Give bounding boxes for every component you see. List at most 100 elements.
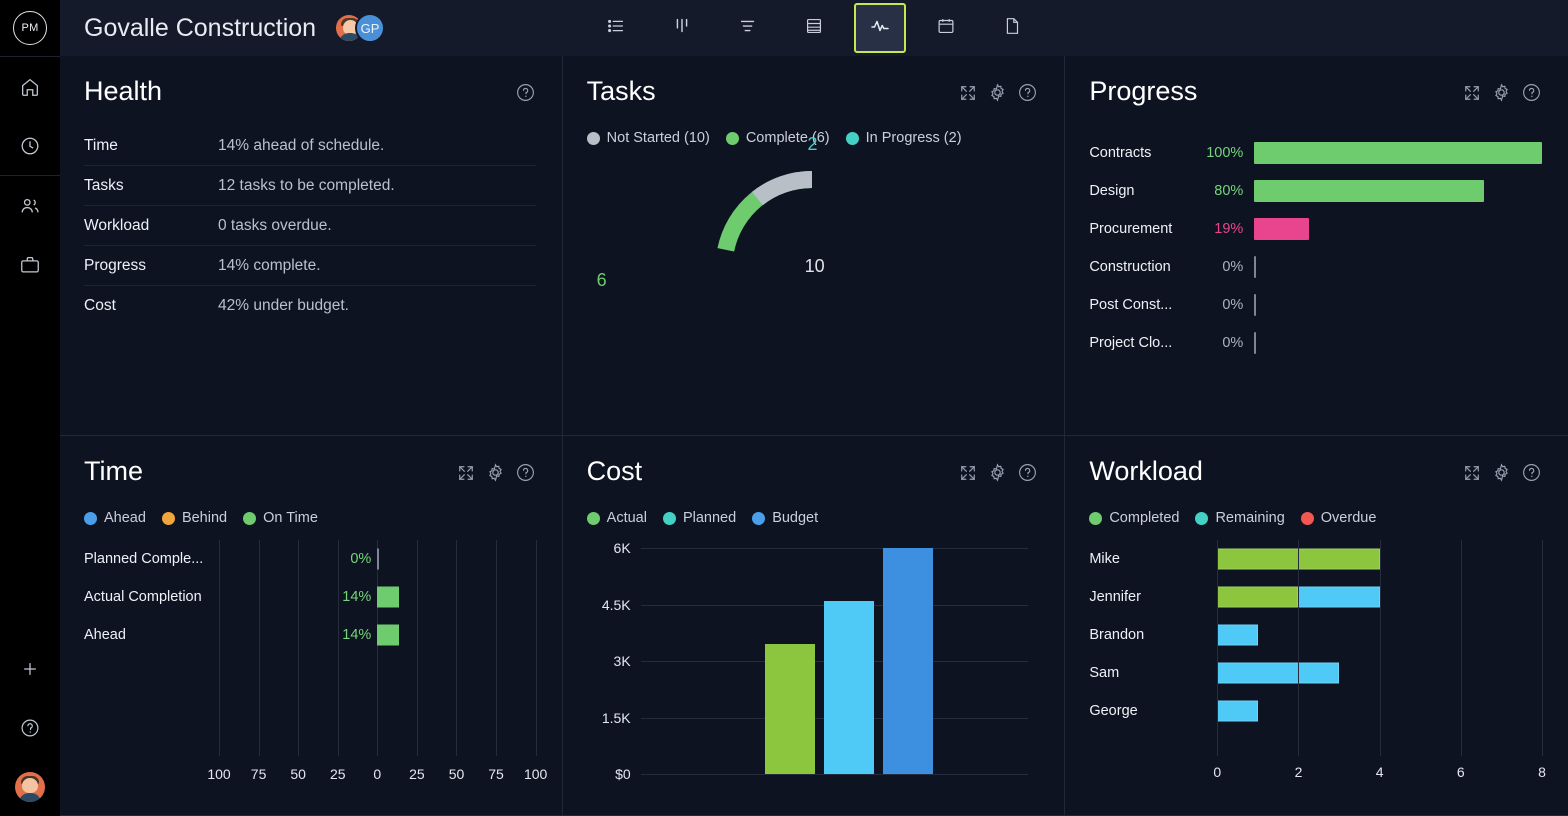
gear-icon[interactable] [1491,462,1512,488]
sidebar-item-people[interactable] [0,176,60,235]
x-tick-label: 50 [448,766,465,782]
progress-row-bar [1254,332,1257,354]
legend-item[interactable]: Not Started (10) [586,130,710,146]
health-row: Workload 0 tasks overdue. [84,206,536,246]
help-icon[interactable] [1521,462,1542,488]
progress-row: Design 80% [1089,172,1542,210]
gridline [1379,540,1381,756]
legend-item[interactable]: Actual [586,510,647,526]
progress-row-label: Project Clo... [1089,335,1173,351]
progress-row-bar [1254,142,1542,164]
legend-item[interactable]: Planned [662,510,736,526]
progress-row-percent: 80% [1214,183,1244,199]
clock-icon [19,135,41,157]
legend-item[interactable]: Overdue [1300,510,1376,526]
user-avatar-icon [15,771,45,802]
expand-icon[interactable] [958,463,978,488]
app-logo-label: PM [13,11,47,45]
help-icon[interactable] [1521,82,1542,108]
workload-x-axis: 0 2 4 6 8 [1213,762,1545,786]
widget-health-header: Health [84,78,536,108]
legend-color-dot [662,511,676,525]
time-row-bar [377,624,400,646]
expand-icon[interactable] [456,463,476,488]
x-tick-label: 25 [409,766,425,782]
gear-icon[interactable] [987,462,1008,488]
app-logo[interactable]: PM [0,0,60,56]
progress-row-percent: 0% [1222,297,1244,313]
x-tick-label: 0 [1213,764,1222,780]
gear-icon[interactable] [987,82,1008,108]
legend-item[interactable]: Budget [752,510,818,526]
health-row-list: Time 14% ahead of schedule. Tasks 12 tasks … [84,126,536,326]
cost-bar [764,644,816,774]
workload-legend: Completed Remaining Overdue [1089,510,1542,526]
x-tick-label: 50 [290,766,306,782]
gear-icon[interactable] [485,462,506,488]
widget-workload-header: Workload [1089,458,1542,488]
tab-files-view[interactable] [986,3,1038,53]
legend-item[interactable]: Completed [1089,510,1179,526]
sidebar-item-home[interactable] [0,57,60,116]
legend-color-dot [725,131,739,145]
legend-item[interactable]: Behind [161,510,228,526]
legend-color-dot [845,131,859,145]
cost-chart: $0 1.5K 3K 4.5K 6K [587,540,1039,804]
legend-label: Behind [181,510,228,526]
gridline [535,540,537,756]
user-initials-avatar[interactable]: GP [355,13,386,43]
expand-icon[interactable] [1462,83,1482,108]
expand-icon[interactable] [958,83,978,108]
question-circle-icon [19,717,41,739]
legend-item[interactable]: Ahead [84,510,146,526]
y-tick-label: 6K [613,540,631,556]
legend-item[interactable]: On Time [243,510,318,526]
legend-label: Ahead [104,510,146,526]
legend-label: On Time [263,510,318,526]
widget-workload-title: Workload [1089,456,1203,486]
expand-icon[interactable] [1462,463,1482,488]
top-header: Govalle Construction GP [60,0,1568,56]
workload-row: Sam [1089,654,1542,692]
help-icon[interactable] [1017,462,1038,488]
sidebar-help-button[interactable] [0,698,60,757]
gantt-chart-icon [737,15,759,42]
help-icon[interactable] [515,462,536,488]
gear-icon[interactable] [1491,82,1512,108]
health-row-value: 12 tasks to be completed. [218,176,395,194]
progress-bar-list: Contracts 100% Design 80% Procurement 19% Cons… [1089,134,1542,362]
workload-bar-segment [1298,586,1380,608]
sidebar-add-button[interactable] [0,639,60,698]
legend-item[interactable]: Remaining [1195,510,1285,526]
tasks-donut-chart: 2 6 10 [587,134,1039,402]
progress-row-track [1254,294,1542,316]
legend-item[interactable]: In Progress (2) [845,130,962,146]
tab-dashboard-view[interactable] [854,3,906,53]
legend-label: Not Started (10) [606,130,710,146]
sidebar-item-time[interactable] [0,116,60,175]
workload-chart: Mike Jennifer Brandon Sam George 0 2 4 6 8 [1089,540,1546,802]
tab-sheet-view[interactable] [788,3,840,53]
sidebar-item-portfolio[interactable] [0,235,60,294]
sidebar-group-primary [0,56,60,175]
tab-calendar-view[interactable] [920,3,972,53]
home-icon [19,76,41,98]
progress-row-percent: 0% [1222,335,1244,351]
gridline [640,774,1029,775]
tab-list-view[interactable] [590,3,642,53]
x-tick-label: 100 [207,766,231,782]
health-row-key: Time [84,136,118,154]
workload-row-label: Mike [1089,551,1120,567]
sidebar-account-button[interactable] [0,757,60,816]
help-icon[interactable] [1017,82,1038,108]
tab-board-view[interactable] [656,3,708,53]
project-members: GP [334,13,386,43]
sheet-view-icon [803,15,825,42]
y-tick-label: $0 [615,766,631,782]
time-row-plot: 0% [219,540,536,578]
widget-progress-title: Progress [1089,76,1198,106]
help-icon[interactable] [515,82,536,108]
tab-gantt-view[interactable] [722,3,774,53]
x-tick-label: 75 [488,766,504,782]
widget-time: Time Ahead Behind On Time Planned Comple… [60,436,563,816]
